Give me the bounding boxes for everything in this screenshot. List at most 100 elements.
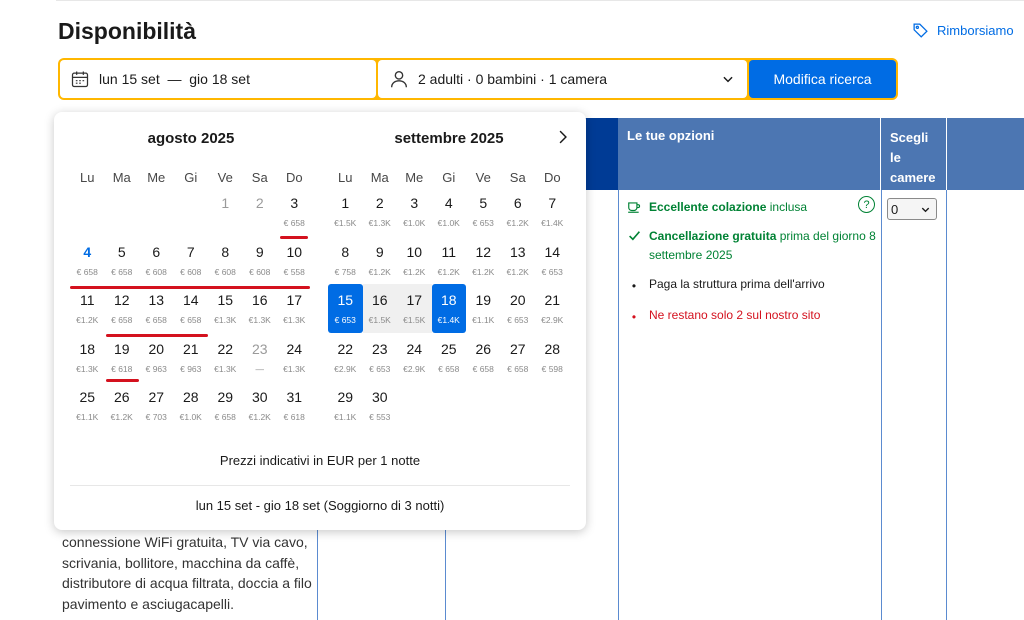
weekday-label: Do (543, 170, 561, 185)
calendar-day[interactable]: 30 €1.2K (243, 381, 278, 430)
calendar-day[interactable]: 21 € 963 (174, 333, 209, 382)
weekday-label: Lu (80, 170, 95, 185)
calendar-day[interactable]: 2 €1.3K (363, 187, 398, 236)
day-number: 29 (337, 389, 354, 405)
date-range-text: lun 15 set — gio 18 set (99, 71, 250, 87)
room-options-list: Eccellente colazione inclusa Cancellazio… (627, 198, 877, 337)
calendar-day[interactable]: 3 €1.0K (397, 187, 432, 236)
day-number: 24 (286, 340, 303, 357)
calendar-day[interactable]: 5 € 653 (466, 187, 501, 236)
calendar-day[interactable]: 27 € 658 (501, 333, 536, 382)
calendar-day[interactable]: 25 € 658 (432, 333, 467, 382)
calendar-day[interactable]: 21 €2.9K (535, 284, 570, 333)
day-number: 16 (371, 292, 388, 308)
calendar-day[interactable]: 9 €1.2K (363, 236, 398, 285)
calendar-day[interactable]: 23 € 653 (363, 333, 398, 382)
calendar-day[interactable]: 18 €1.3K (70, 333, 105, 382)
search-bar: lun 15 set — gio 18 set 2 adulti · 0 bam… (58, 58, 898, 100)
day-price: € 658 (472, 363, 494, 374)
day-price: € 653 (507, 315, 529, 325)
calendar-day[interactable]: 5 € 658 (105, 236, 140, 285)
calendar-day[interactable]: 12 € 658 (105, 284, 140, 333)
calendar-day[interactable]: 4 € 658 (70, 236, 105, 285)
date-picker-field[interactable]: lun 15 set — gio 18 set (60, 60, 376, 98)
day-number: 21 (182, 340, 199, 357)
modify-search-button[interactable]: Modifica ricerca (749, 60, 896, 98)
calendar-day[interactable]: 30 € 553 (363, 381, 398, 430)
calendar-day[interactable]: 29 € 658 (208, 381, 243, 430)
day-number: 15 (337, 292, 354, 308)
next-month-button[interactable] (554, 128, 572, 146)
calendar-day[interactable]: 1 €1.5K (328, 187, 363, 236)
weekday-label: Ma (370, 170, 389, 185)
calendar-day[interactable]: 24 €1.3K (277, 333, 312, 382)
calendar-day[interactable]: 26 € 658 (466, 333, 501, 382)
calendar-day[interactable]: 19 €1.1K (466, 284, 501, 333)
calendar-day[interactable]: 20 € 653 (501, 284, 536, 333)
calendar-day[interactable]: 22 €1.3K (208, 333, 243, 382)
calendar-day[interactable]: 17 €1.3K (277, 284, 312, 333)
calendar-day[interactable]: 28 € 598 (535, 333, 570, 382)
calendar-day[interactable]: 7 € 608 (174, 236, 209, 285)
calendar-day[interactable]: 27 € 703 (139, 381, 174, 430)
calendar-day[interactable]: 10 € 558 (277, 236, 312, 285)
guests-field[interactable]: 2 adulti · 0 bambini · 1 camera (378, 60, 747, 98)
price-note: Prezzi indicativi in EUR per 1 notte (219, 453, 421, 468)
calendar-day[interactable]: 15 €1.3K (208, 284, 243, 333)
option-pay-at-property: • Paga la struttura prima dell'arrivo (627, 275, 877, 296)
calendar-day[interactable]: 3 € 658 (277, 187, 312, 236)
day-number: 12 (113, 292, 130, 308)
calendar-day[interactable]: 31 € 618 (277, 381, 312, 430)
calendar-day[interactable]: 17 €1.5K (397, 284, 432, 333)
day-price: €1.1K (472, 315, 495, 325)
calendar-day[interactable]: 10 €1.2K (397, 236, 432, 285)
calendar-day[interactable]: 26 €1.2K (105, 381, 140, 430)
day-number: 11 (441, 243, 457, 260)
day-number: 29 (217, 389, 234, 405)
calendar-day[interactable]: 28 €1.0K (174, 381, 209, 430)
calendar-month: agosto 2025 Lu Ma Me Gi Ve Sa Do 1 2 3 € 658 4 € 65… (70, 130, 312, 430)
calendar-day[interactable]: 7 €1.4K (535, 187, 570, 236)
calendar-day[interactable]: 11 €1.2K (432, 236, 467, 285)
calendar-day[interactable]: 22 €2.9K (328, 333, 363, 382)
weekday-label: Gi (442, 170, 456, 185)
calendar-day[interactable]: 18 €1.4K (431, 284, 466, 333)
calendar-day[interactable]: 16 €1.3K (243, 284, 278, 333)
day-number: 14 (182, 292, 199, 308)
calendar-day[interactable]: 13 € 658 (139, 284, 174, 333)
day-price: € 608 (249, 266, 271, 277)
rooms-select[interactable]: 0 (887, 198, 937, 220)
calendar-day[interactable]: 14 € 653 (535, 236, 570, 285)
weekday-row: Lu Ma Me Gi Ve Sa Do (70, 170, 312, 185)
day-number: 10 (286, 243, 303, 260)
day-price: €1.3K (214, 363, 237, 374)
calendar-day[interactable]: 8 € 758 (328, 236, 363, 285)
weekday-label: Me (147, 170, 166, 185)
calendar-day[interactable]: 16 €1.5K (362, 284, 397, 333)
info-icon[interactable]: ? (858, 196, 875, 213)
month-title: settembre 2025 (394, 130, 504, 147)
calendar-day[interactable]: 29 €1.1K (328, 381, 363, 430)
calendar-day[interactable]: 4 €1.0K (432, 187, 467, 236)
day-number: 31 (286, 389, 303, 405)
breakfast-text: inclusa (766, 200, 808, 214)
calendar-day[interactable]: 13 €1.2K (501, 236, 536, 285)
calendar-day[interactable]: 15 € 653 (328, 284, 363, 333)
calendar-day[interactable]: 20 € 963 (139, 333, 174, 382)
calendar-day[interactable]: 14 € 658 (174, 284, 209, 333)
calendar-day[interactable]: 25 €1.1K (70, 381, 105, 430)
refund-link[interactable]: Rimborsiamo (912, 22, 1014, 39)
day-grid: 1 2 3 € 658 4 € 658 5 € 658 6 € 608 7 € 608 8 € 608 9 €… (70, 187, 312, 430)
calendar-day[interactable]: 6 €1.2K (501, 187, 536, 236)
day-number: 6 (152, 243, 161, 260)
day-price: €1.2K (437, 266, 460, 277)
calendar-day[interactable]: 9 € 608 (243, 236, 278, 285)
page-title: Disponibilità (58, 18, 196, 44)
calendar-day[interactable]: 11 €1.2K (70, 284, 105, 333)
calendar-day[interactable]: 24 €2.9K (397, 333, 432, 382)
day-price: € 653 (541, 266, 563, 277)
calendar-day[interactable]: 12 €1.2K (466, 236, 501, 285)
calendar-day[interactable]: 8 € 608 (208, 236, 243, 285)
calendar-day[interactable]: 6 € 608 (139, 236, 174, 285)
calendar-day[interactable]: 19 € 618 (105, 333, 140, 382)
